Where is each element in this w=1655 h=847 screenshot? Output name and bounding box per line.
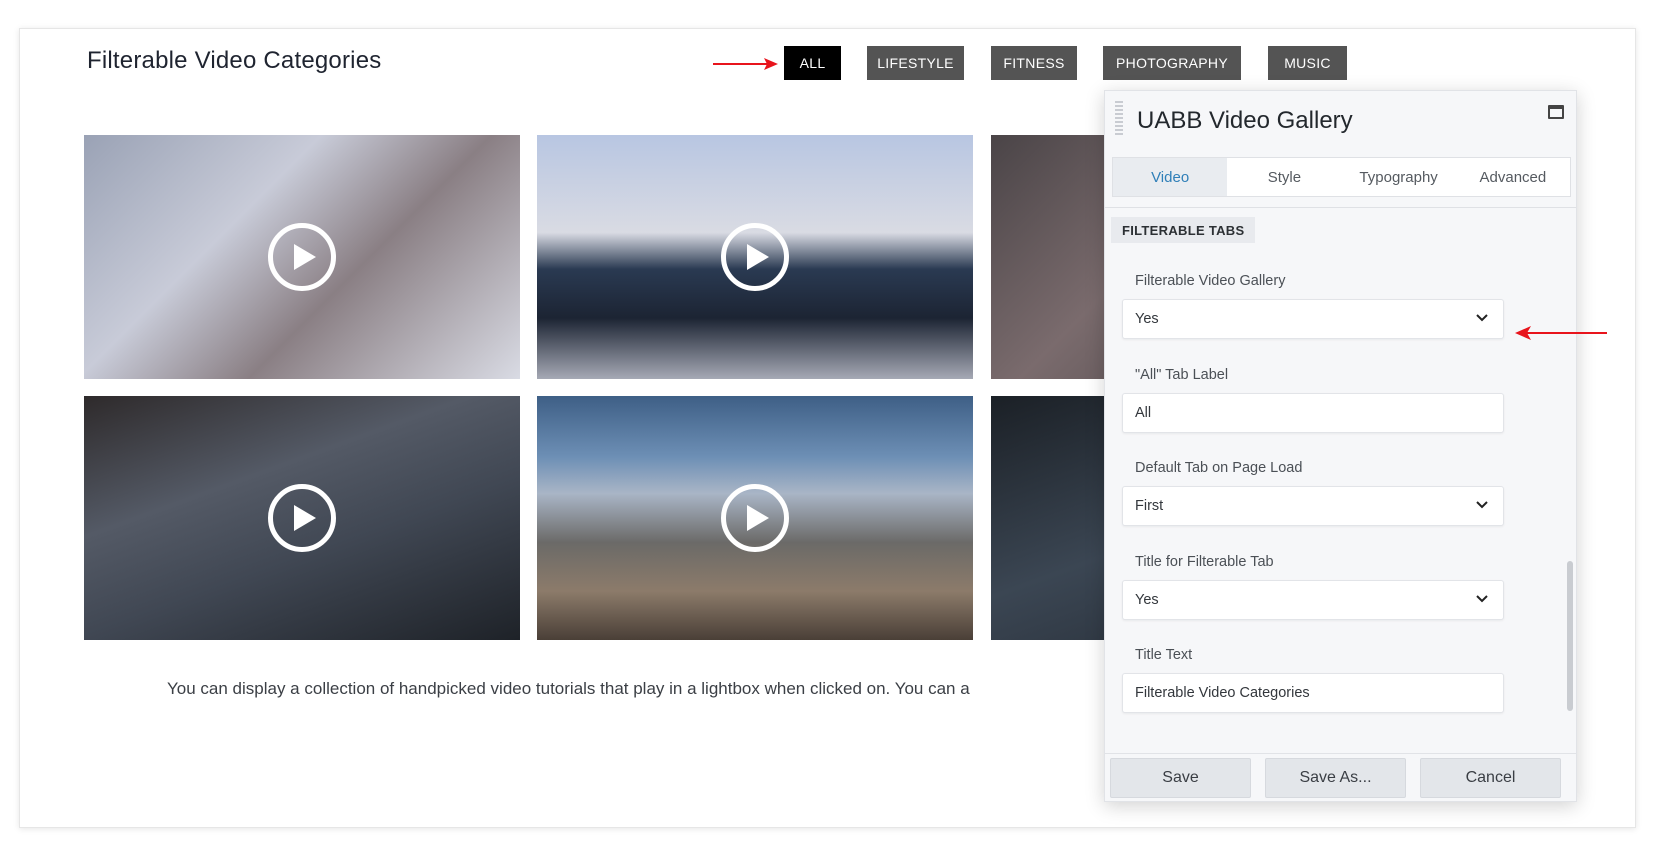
title-for-tab-select[interactable]: Yes	[1122, 580, 1504, 620]
video-thumbnail[interactable]	[84, 396, 520, 640]
chevron-down-icon	[1476, 314, 1488, 322]
tab-typography[interactable]: Typography	[1342, 158, 1456, 196]
annotation-arrow-right-icon	[713, 58, 778, 70]
default-tab-select[interactable]: First	[1122, 486, 1504, 526]
drag-handle-icon[interactable]	[1115, 101, 1123, 137]
tab-video[interactable]: Video	[1113, 158, 1228, 196]
filter-music-button[interactable]: MUSIC	[1268, 46, 1347, 80]
video-thumbnail[interactable]	[537, 396, 973, 640]
section-filterable-tabs: FILTERABLE TABS	[1111, 217, 1256, 243]
save-as-button[interactable]: Save As...	[1265, 758, 1406, 798]
filter-lifestyle-button[interactable]: LIFESTYLE	[867, 46, 964, 80]
title-text-value: Filterable Video Categories	[1135, 685, 1310, 701]
video-thumbnail[interactable]	[537, 135, 973, 379]
default-tab-label: Default Tab on Page Load	[1135, 460, 1303, 476]
all-tab-label-value: All	[1135, 405, 1152, 421]
chevron-down-icon	[1476, 501, 1488, 509]
video-thumbnail[interactable]	[84, 135, 520, 379]
filterable-gallery-select[interactable]: Yes	[1122, 299, 1504, 339]
gallery-description: You can display a collection of handpick…	[167, 679, 970, 698]
all-tab-label-input[interactable]: All	[1122, 393, 1504, 433]
title-for-tab-value: Yes	[1135, 592, 1159, 608]
play-icon[interactable]	[268, 223, 336, 291]
annotation-arrow-left-icon	[1515, 326, 1607, 340]
tab-advanced[interactable]: Advanced	[1456, 158, 1570, 196]
all-tab-label-label: "All" Tab Label	[1135, 367, 1229, 383]
filter-photography-button[interactable]: PHOTOGRAPHY	[1103, 46, 1241, 80]
play-icon[interactable]	[721, 223, 789, 291]
panel-title: UABB Video Gallery	[1137, 107, 1353, 134]
filter-fitness-button[interactable]: FITNESS	[991, 46, 1077, 80]
maximize-icon[interactable]	[1548, 105, 1564, 119]
default-tab-value: First	[1135, 498, 1164, 514]
settings-panel: UABB Video Gallery Video Style Typograph…	[1104, 90, 1577, 802]
panel-scrollbar[interactable]	[1567, 561, 1573, 711]
cancel-button[interactable]: Cancel	[1420, 758, 1561, 798]
filter-tabs: ALL LIFESTYLE FITNESS PHOTOGRAPHY MUSIC	[20, 46, 1635, 80]
panel-header[interactable]: UABB Video Gallery	[1105, 91, 1576, 151]
chevron-down-icon	[1476, 595, 1488, 603]
panel-footer: Save Save As... Cancel	[1105, 753, 1576, 801]
tab-divider	[1105, 207, 1576, 208]
title-text-input[interactable]: Filterable Video Categories	[1122, 673, 1504, 713]
title-text-label: Title Text	[1135, 647, 1193, 663]
title-for-tab-label: Title for Filterable Tab	[1135, 554, 1274, 570]
filter-all-button[interactable]: ALL	[784, 46, 841, 80]
save-button[interactable]: Save	[1110, 758, 1251, 798]
filterable-gallery-label: Filterable Video Gallery	[1135, 273, 1286, 289]
play-icon[interactable]	[268, 484, 336, 552]
panel-tabs: Video Style Typography Advanced	[1112, 157, 1571, 197]
play-icon[interactable]	[721, 484, 789, 552]
filterable-gallery-value: Yes	[1135, 311, 1159, 327]
tab-style[interactable]: Style	[1227, 158, 1341, 196]
